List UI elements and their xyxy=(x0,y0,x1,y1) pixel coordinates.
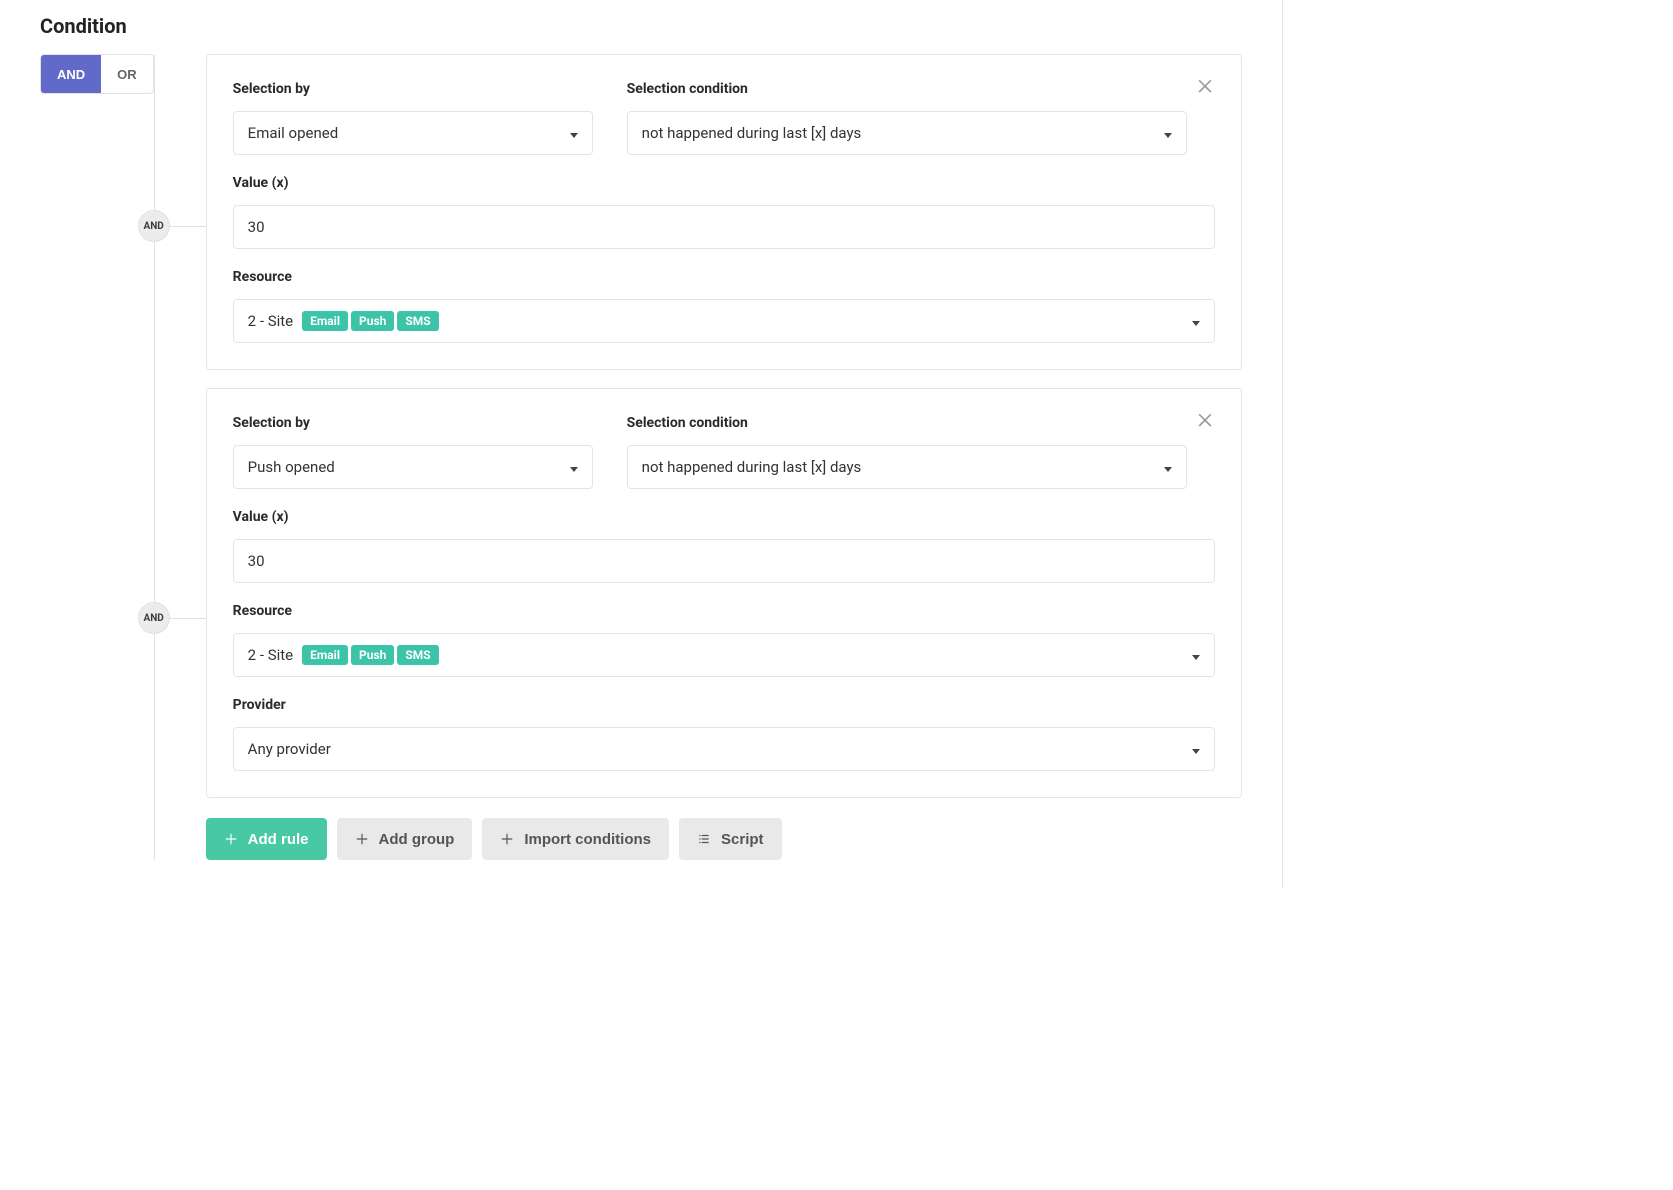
close-icon xyxy=(1195,75,1215,95)
provider-field: Provider Any provider xyxy=(233,697,1215,771)
plus-icon xyxy=(500,832,514,846)
builder-row: AND OR AND AND Selection by Email opened xyxy=(40,54,1242,860)
selection-condition-value: not happened during last [x] days xyxy=(642,458,862,476)
selection-condition-label: Selection condition xyxy=(627,415,1187,431)
resource-chip-push: Push xyxy=(351,311,394,331)
selection-by-value: Email opened xyxy=(248,124,338,142)
selection-condition-label: Selection condition xyxy=(627,81,1187,97)
script-label: Script xyxy=(721,831,764,848)
selection-by-label: Selection by xyxy=(233,81,593,97)
section-heading: Condition xyxy=(40,14,1242,38)
rule-card: Selection by Email opened Selection cond… xyxy=(206,54,1242,370)
selection-condition-select[interactable]: not happened during last [x] days xyxy=(627,445,1187,489)
selection-by-select[interactable]: Email opened xyxy=(233,111,593,155)
resource-label: Resource xyxy=(233,603,1215,619)
value-label: Value (x) xyxy=(233,175,1215,191)
chevron-down-icon xyxy=(570,458,578,476)
chevron-down-icon xyxy=(1192,312,1200,330)
add-rule-label: Add rule xyxy=(248,831,309,848)
condition-builder: Condition AND OR AND AND Selection by xyxy=(0,0,1283,888)
chevron-down-icon xyxy=(570,124,578,142)
selection-by-field: Selection by Email opened xyxy=(233,81,593,155)
selection-by-field: Selection by Push opened xyxy=(233,415,593,489)
add-group-label: Add group xyxy=(379,831,455,848)
resource-chip-email: Email xyxy=(302,311,348,331)
value-text: 30 xyxy=(248,552,265,570)
selection-by-select[interactable]: Push opened xyxy=(233,445,593,489)
logic-or-button[interactable]: OR xyxy=(101,55,153,93)
connector-column: AND AND xyxy=(154,54,206,860)
resource-chip-email: Email xyxy=(302,645,348,665)
add-rule-button[interactable]: Add rule xyxy=(206,818,327,860)
resource-chip-sms: SMS xyxy=(397,645,438,665)
value-text: 30 xyxy=(248,218,265,236)
value-input[interactable]: 30 xyxy=(233,539,1215,583)
chevron-down-icon xyxy=(1192,646,1200,664)
rules-column: Selection by Email opened Selection cond… xyxy=(206,54,1242,860)
close-icon xyxy=(1195,409,1215,429)
connector-and-pill: AND xyxy=(138,602,170,634)
selection-condition-value: not happened during last [x] days xyxy=(642,124,862,142)
resource-field: Resource 2 - Site Email Push SMS xyxy=(233,269,1215,343)
import-conditions-label: Import conditions xyxy=(524,831,651,848)
connector-vertical-line xyxy=(154,54,155,860)
provider-select[interactable]: Any provider xyxy=(233,727,1215,771)
resource-prefix: 2 - Site xyxy=(248,646,293,664)
value-label: Value (x) xyxy=(233,509,1215,525)
resource-label: Resource xyxy=(233,269,1215,285)
resource-select[interactable]: 2 - Site Email Push SMS xyxy=(233,299,1215,343)
selection-by-label: Selection by xyxy=(233,415,593,431)
chevron-down-icon xyxy=(1164,124,1172,142)
list-icon xyxy=(697,832,711,846)
remove-rule-button[interactable] xyxy=(1195,75,1215,95)
resource-chip-push: Push xyxy=(351,645,394,665)
plus-icon xyxy=(355,832,369,846)
chevron-down-icon xyxy=(1164,458,1172,476)
value-field: Value (x) 30 xyxy=(233,509,1215,583)
value-field: Value (x) 30 xyxy=(233,175,1215,249)
logic-and-button[interactable]: AND xyxy=(41,55,101,93)
selection-condition-field: Selection condition not happened during … xyxy=(627,81,1187,155)
chevron-down-icon xyxy=(1192,740,1200,758)
selection-condition-select[interactable]: not happened during last [x] days xyxy=(627,111,1187,155)
rule-card: Selection by Push opened Selection condi… xyxy=(206,388,1242,798)
plus-icon xyxy=(224,832,238,846)
provider-label: Provider xyxy=(233,697,1215,713)
resource-chip-sms: SMS xyxy=(397,311,438,331)
selection-condition-field: Selection condition not happened during … xyxy=(627,415,1187,489)
action-bar: Add rule Add group Import conditions xyxy=(206,818,1242,860)
selection-by-value: Push opened xyxy=(248,458,335,476)
logic-toggle: AND OR xyxy=(40,54,154,94)
connector-and-pill: AND xyxy=(138,210,170,242)
provider-value: Any provider xyxy=(248,740,331,758)
resource-select[interactable]: 2 - Site Email Push SMS xyxy=(233,633,1215,677)
script-button[interactable]: Script xyxy=(679,818,782,860)
import-conditions-button[interactable]: Import conditions xyxy=(482,818,669,860)
value-input[interactable]: 30 xyxy=(233,205,1215,249)
resource-prefix: 2 - Site xyxy=(248,312,293,330)
add-group-button[interactable]: Add group xyxy=(337,818,473,860)
resource-field: Resource 2 - Site Email Push SMS xyxy=(233,603,1215,677)
remove-rule-button[interactable] xyxy=(1195,409,1215,429)
